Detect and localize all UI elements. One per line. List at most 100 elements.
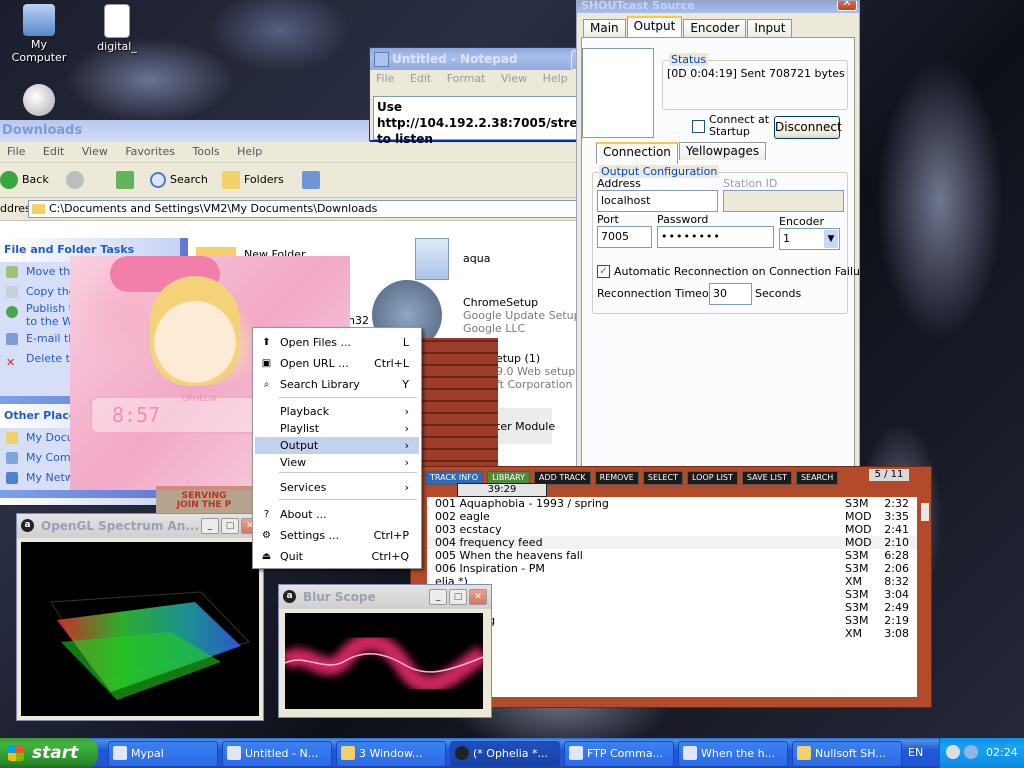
playlist-list[interactable]: 001 Aquaphobia - 1993 / spring S3M 2:32 002… bbox=[427, 497, 917, 697]
playlist-scrollbar[interactable] bbox=[921, 503, 929, 521]
menu-help[interactable]: Help bbox=[537, 70, 574, 87]
menu-edit[interactable]: Edit bbox=[36, 142, 71, 161]
track-format: S3M bbox=[845, 614, 869, 627]
close-button[interactable]: ✕ bbox=[469, 589, 487, 605]
menu-item-quit[interactable]: ⏏ Quit Ctrl+Q bbox=[255, 548, 419, 565]
task-notepad[interactable]: Untitled - N... bbox=[222, 741, 332, 767]
select-button[interactable]: SELECT bbox=[642, 471, 683, 485]
address-input[interactable]: localhost bbox=[597, 190, 718, 212]
disconnect-button[interactable]: Disconnect bbox=[774, 116, 842, 139]
folders-button[interactable]: Folders bbox=[222, 171, 284, 189]
task-windows-group[interactable]: 3 Window... bbox=[336, 741, 446, 767]
menu-format[interactable]: Format bbox=[441, 70, 492, 87]
timeout-input[interactable]: 30 bbox=[709, 283, 752, 305]
maximize-button[interactable]: □ bbox=[221, 518, 239, 534]
system-tray: 02:24 bbox=[939, 738, 1024, 768]
menu-item-label: Playlist bbox=[280, 422, 320, 435]
track-duration: 2:32 bbox=[884, 497, 909, 510]
menu-item-search-library[interactable]: ⌕ Search Library Y bbox=[255, 376, 419, 393]
menu-tools[interactable]: Tools bbox=[186, 142, 227, 161]
start-button[interactable]: start bbox=[0, 738, 98, 768]
subtab-yellowpages[interactable]: Yellowpages bbox=[678, 142, 767, 160]
playlist-row[interactable]: 002 eagle MOD 3:35 bbox=[427, 510, 917, 523]
file-name: aqua bbox=[463, 252, 491, 265]
tab-input[interactable]: Input bbox=[747, 19, 793, 37]
connect-at-startup-checkbox[interactable] bbox=[692, 120, 705, 133]
port-input[interactable]: 7005 bbox=[597, 226, 652, 248]
playlist-row[interactable]: 005 When the heavens fall S3M 6:28 bbox=[427, 549, 917, 562]
opengl-titlebar[interactable]: a OpenGL Spectrum An... _ □ ✕ bbox=[17, 514, 263, 538]
language-indicator[interactable]: EN bbox=[908, 746, 923, 759]
encoder-select[interactable]: 1 ▼ bbox=[779, 228, 840, 250]
remove-button[interactable]: REMOVE bbox=[594, 471, 639, 485]
media-icon bbox=[683, 746, 697, 760]
delete-icon: ✕ bbox=[6, 356, 16, 369]
station-id-input[interactable] bbox=[723, 190, 844, 212]
output-list[interactable] bbox=[582, 48, 654, 138]
search-button[interactable]: SEARCH bbox=[795, 471, 839, 485]
track-format: MOD bbox=[845, 510, 872, 523]
menu-view[interactable]: View bbox=[495, 70, 533, 87]
minimize-button[interactable]: _ bbox=[201, 518, 219, 534]
menu-item-about[interactable]: ? About ... bbox=[255, 506, 419, 523]
playlist-row[interactable]: 004 frequency feed MOD 2:10 bbox=[427, 536, 917, 549]
playlist-row[interactable]: 006 Inspiration - PM S3M 2:06 bbox=[427, 562, 917, 575]
menu-item-open-files[interactable]: ⬆ Open Files ... L bbox=[255, 334, 419, 351]
details-header[interactable]: De bbox=[0, 498, 180, 505]
playlist-row[interactable]: h of SpringS3M2:19 bbox=[427, 614, 917, 627]
task-nullsoft-shoutcast[interactable]: Nullsoft SH... bbox=[792, 741, 902, 767]
back-button[interactable]: Back bbox=[0, 171, 49, 189]
minimize-button[interactable]: _ bbox=[429, 589, 447, 605]
menu-help[interactable]: Help bbox=[230, 142, 269, 161]
forward-button[interactable] bbox=[66, 171, 88, 189]
menu-item-open-url[interactable]: ▣ Open URL ... Ctrl+L bbox=[255, 355, 419, 372]
blur-scope-titlebar[interactable]: a Blur Scope _ □ ✕ bbox=[279, 585, 491, 609]
desktop-icon-globe[interactable] bbox=[2, 84, 76, 118]
task-ftp[interactable]: FTP Comma... bbox=[564, 741, 674, 767]
auto-reconnect-checkbox[interactable]: ✓ bbox=[597, 265, 610, 278]
menu-item-view[interactable]: View › bbox=[255, 454, 419, 471]
shoutcast-title[interactable]: SHOUTcast Source bbox=[577, 1, 859, 13]
task-ophelia[interactable]: (* Ophelia *... bbox=[450, 741, 560, 767]
menu-item-playlist[interactable]: Playlist › bbox=[255, 420, 419, 437]
password-input[interactable]: •••••••• bbox=[657, 226, 774, 248]
loop-list-button[interactable]: LOOP LIST bbox=[686, 471, 738, 485]
playlist-row[interactable]: s3mS3M3:04 bbox=[427, 588, 917, 601]
desktop-icon-my-computer[interactable]: My Computer bbox=[2, 4, 76, 64]
blur-scope-window: a Blur Scope _ □ ✕ bbox=[278, 584, 492, 718]
playlist-row[interactable]: 003 ecstacy MOD 2:41 bbox=[427, 523, 917, 536]
playlist-row[interactable]: elia *) XM 8:32 bbox=[427, 575, 917, 588]
tray-icon[interactable] bbox=[964, 745, 978, 759]
task-mypal[interactable]: Mypal bbox=[108, 741, 218, 767]
menu-file[interactable]: File bbox=[0, 142, 32, 161]
playlist-row[interactable]: Peak *)XM3:08 bbox=[427, 627, 917, 640]
track-format: S3M bbox=[845, 549, 869, 562]
playlist-row[interactable]: 001 Aquaphobia - 1993 / spring S3M 2:32 bbox=[427, 497, 917, 510]
menu-item-services[interactable]: Services › bbox=[255, 479, 419, 496]
up-folder-button[interactable] bbox=[116, 171, 138, 189]
tab-output[interactable]: Output bbox=[626, 16, 683, 38]
maximize-button[interactable]: □ bbox=[449, 589, 467, 605]
shoutcast-window: SHOUTcast Source ✕ Main Output Encoder I… bbox=[576, 0, 860, 472]
menu-edit[interactable]: Edit bbox=[404, 70, 437, 87]
desktop-icon-digital[interactable]: digital_ bbox=[80, 4, 154, 53]
views-button[interactable] bbox=[302, 171, 324, 189]
menu-favorites[interactable]: Favorites bbox=[118, 142, 182, 161]
search-button[interactable]: Search bbox=[150, 171, 208, 189]
subtab-connection[interactable]: Connection bbox=[596, 142, 678, 164]
menu-item-settings[interactable]: ⚙ Settings ... Ctrl+P bbox=[255, 527, 419, 544]
menu-item-shortcut: › bbox=[404, 422, 409, 435]
tab-main[interactable]: Main bbox=[583, 19, 626, 37]
tab-encoder[interactable]: Encoder bbox=[683, 19, 747, 37]
menu-item-output[interactable]: Output › bbox=[255, 437, 419, 454]
save-list-button[interactable]: SAVE LIST bbox=[741, 471, 792, 485]
close-button[interactable]: ✕ bbox=[837, 1, 857, 11]
address-input[interactable]: C:\Documents and Settings\VM2\My Documen… bbox=[28, 200, 585, 218]
tray-icon[interactable] bbox=[946, 745, 960, 759]
menu-item-playback[interactable]: Playback › bbox=[255, 403, 419, 420]
task-when-the-heavens[interactable]: When the h... bbox=[678, 741, 788, 767]
playlist-row[interactable]: S3M 2:49 bbox=[427, 601, 917, 614]
start-label: start bbox=[32, 743, 79, 763]
menu-view[interactable]: View bbox=[75, 142, 115, 161]
menu-file[interactable]: File bbox=[370, 70, 400, 87]
